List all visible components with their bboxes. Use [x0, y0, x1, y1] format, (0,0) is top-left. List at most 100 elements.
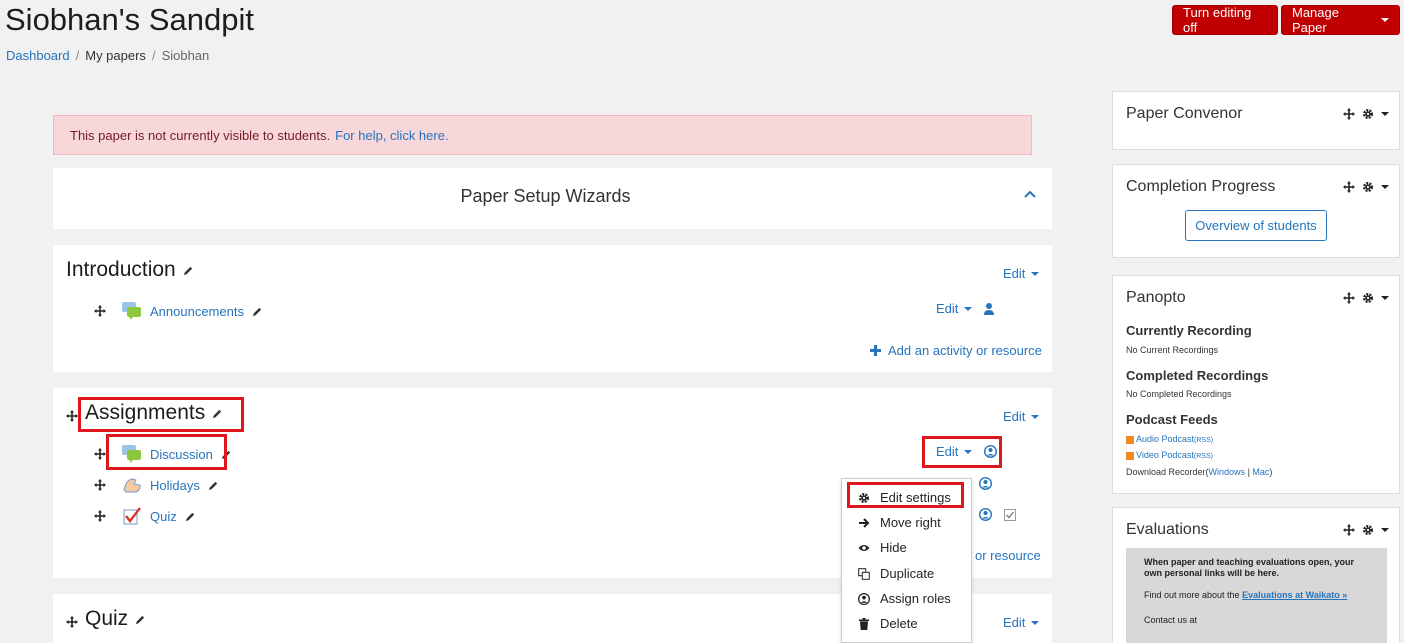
turn-editing-off-label: Turn editing off	[1183, 5, 1252, 35]
edit-label: Edit	[1003, 409, 1026, 424]
activity-link[interactable]: Announcements	[150, 304, 244, 319]
user-circle-icon	[858, 592, 870, 605]
gear-icon[interactable]	[1362, 292, 1374, 304]
menu-item-label: Delete	[880, 616, 918, 631]
completed-recordings-heading: Completed Recordings	[1126, 368, 1269, 383]
move-icon[interactable]	[1343, 292, 1355, 304]
highlight-edit-settings	[847, 482, 964, 508]
gear-icon[interactable]	[1362, 181, 1374, 193]
section-edit-menu[interactable]: Edit	[1003, 615, 1040, 630]
paper-setup-wizards-card[interactable]: Paper Setup Wizards	[53, 168, 1052, 229]
move-icon[interactable]	[66, 410, 78, 422]
block-title: Panopto	[1126, 289, 1186, 306]
block-title: Evaluations	[1126, 521, 1209, 538]
menu-item-hide[interactable]: Hide	[858, 540, 907, 555]
arrow-right-icon	[858, 517, 870, 529]
move-icon[interactable]	[66, 616, 78, 628]
overview-of-students-button[interactable]: Overview of students	[1185, 210, 1327, 241]
evaluations-more-text: Find out more about the	[1144, 590, 1240, 600]
activity-announcements: Announcements	[94, 302, 263, 320]
evaluations-link[interactable]: Evaluations at Waikato »	[1242, 590, 1347, 600]
edit-label: Edit	[936, 301, 959, 316]
activity-edit-menu[interactable]: Edit	[936, 301, 995, 316]
move-icon[interactable]	[94, 510, 106, 522]
mac-link[interactable]: Mac	[1252, 467, 1269, 477]
move-icon[interactable]	[94, 479, 106, 491]
caret-down-icon[interactable]	[1381, 185, 1389, 189]
gear-icon[interactable]	[1362, 108, 1374, 120]
add-activity-label: or resource	[975, 548, 1041, 563]
move-icon[interactable]	[94, 305, 106, 317]
block-title: Paper Convenor	[1126, 105, 1243, 122]
edit-label: Edit	[1003, 615, 1026, 630]
chevron-up-icon[interactable]	[1024, 190, 1036, 198]
move-icon[interactable]	[1343, 108, 1355, 120]
plus-icon	[870, 345, 881, 356]
pencil-icon[interactable]	[135, 614, 146, 625]
section-edit-menu[interactable]: Edit	[1003, 409, 1040, 424]
breadcrumb-my-papers[interactable]: My papers	[85, 48, 146, 63]
video-podcast-link[interactable]: Video Podcast	[1136, 450, 1194, 460]
move-icon[interactable]	[94, 448, 106, 460]
caret-down-icon	[1381, 18, 1389, 22]
alert-help-link[interactable]: For help, click here.	[335, 128, 448, 143]
activity-link[interactable]: Holidays	[150, 478, 200, 493]
menu-item-label: Assign roles	[880, 591, 951, 606]
section-title: Introduction	[66, 258, 194, 282]
section-edit-menu[interactable]: Edit	[1003, 266, 1040, 281]
caret-down-icon	[964, 306, 973, 311]
activity-link[interactable]: Quiz	[150, 509, 177, 524]
menu-item-duplicate[interactable]: Duplicate	[858, 566, 934, 581]
evaluations-contact: Contact us at	[1144, 615, 1198, 625]
turn-editing-off-button[interactable]: Turn editing off	[1172, 5, 1278, 35]
rss-icon	[1126, 435, 1134, 444]
completion-checkbox-icon[interactable]	[1004, 509, 1016, 521]
windows-link[interactable]: Windows	[1209, 467, 1246, 477]
menu-item-delete[interactable]: Delete	[858, 616, 918, 631]
caret-down-icon[interactable]	[1381, 296, 1389, 300]
pencil-icon[interactable]	[185, 511, 196, 522]
menu-item-assign-roles[interactable]: Assign roles	[858, 591, 951, 606]
wizard-title: Paper Setup Wizards	[460, 186, 631, 206]
move-icon[interactable]	[1343, 524, 1355, 536]
activity-holidays: Holidays	[94, 476, 219, 494]
caret-down-icon[interactable]	[1381, 112, 1389, 116]
eye-icon	[858, 542, 870, 554]
manage-paper-button[interactable]: Manage Paper	[1281, 5, 1400, 35]
move-icon[interactable]	[1343, 181, 1355, 193]
caret-down-icon[interactable]	[1381, 528, 1389, 532]
menu-item-move-right[interactable]: Move right	[858, 515, 941, 530]
evaluations-more: Find out more about the Evaluations at W…	[1144, 590, 1369, 601]
edit-label: Edit	[1003, 266, 1026, 281]
quiz-checklist-icon	[122, 507, 142, 525]
forum-icon	[122, 302, 142, 320]
user-icon[interactable]	[984, 302, 995, 315]
rss-link[interactable]: (RSS)	[1194, 453, 1213, 460]
podcast-feeds-heading: Podcast Feeds	[1126, 412, 1218, 427]
alert-text: This paper is not currently visible to s…	[70, 127, 331, 143]
button-label: Overview of students	[1195, 218, 1317, 233]
add-activity-link[interactable]: Add an activity or resource	[870, 343, 1042, 358]
user-circle-icon[interactable]	[979, 477, 992, 490]
audio-podcast-link[interactable]: Audio Podcast	[1136, 434, 1194, 444]
visibility-alert: This paper is not currently visible to s…	[53, 115, 1032, 155]
pencil-icon[interactable]	[183, 265, 194, 276]
block-controls	[1343, 524, 1389, 536]
block-controls	[1343, 292, 1389, 304]
trash-icon	[858, 617, 870, 630]
currently-recording-heading: Currently Recording	[1126, 323, 1252, 338]
breadcrumb-dashboard[interactable]: Dashboard	[6, 48, 70, 63]
gear-icon[interactable]	[1362, 524, 1374, 536]
breadcrumb-separator: /	[151, 48, 156, 63]
caret-down-icon	[1031, 414, 1040, 419]
audio-podcast-row: Audio Podcast(RSS)	[1126, 434, 1213, 444]
user-circle-icon[interactable]	[979, 508, 992, 521]
pencil-icon[interactable]	[208, 480, 219, 491]
add-activity-link[interactable]: or resource	[975, 548, 1041, 563]
section-introduction: Introduction Edit Announcements Edit Add…	[53, 245, 1052, 372]
evaluations-info: When paper and teaching evaluations open…	[1126, 548, 1387, 643]
add-activity-label: Add an activity or resource	[888, 343, 1042, 358]
rss-link[interactable]: (RSS)	[1194, 437, 1213, 444]
breadcrumb: Dashboard / My papers / Siobhan	[6, 48, 209, 63]
pencil-icon[interactable]	[252, 306, 263, 317]
